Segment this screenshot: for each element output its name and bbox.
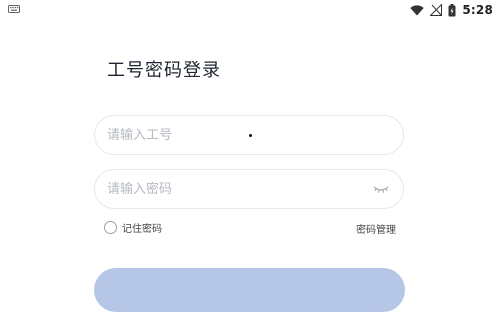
page-title: 工号密码登录 xyxy=(107,60,221,81)
remember-password-checkbox[interactable]: 记住密码 xyxy=(104,220,162,235)
touch-cursor xyxy=(249,134,252,137)
status-icons: 5:28 xyxy=(410,2,493,18)
employee-id-input[interactable] xyxy=(107,116,357,154)
wifi-icon xyxy=(410,4,425,15)
password-field[interactable] xyxy=(94,169,404,209)
clock-time: 5:28 xyxy=(462,3,493,17)
password-management-link[interactable]: 密码管理 xyxy=(356,221,396,236)
status-bar: 5:28 xyxy=(0,0,499,20)
signal-icon xyxy=(430,4,443,16)
password-input[interactable] xyxy=(107,170,357,208)
login-button[interactable] xyxy=(94,268,405,312)
keyboard-icon xyxy=(8,5,20,13)
battery-icon xyxy=(448,3,456,16)
remember-password-label: 记住密码 xyxy=(122,224,162,235)
radio-unchecked-icon[interactable] xyxy=(104,221,117,234)
employee-id-field[interactable] xyxy=(94,115,404,155)
eye-closed-icon[interactable] xyxy=(373,183,389,195)
